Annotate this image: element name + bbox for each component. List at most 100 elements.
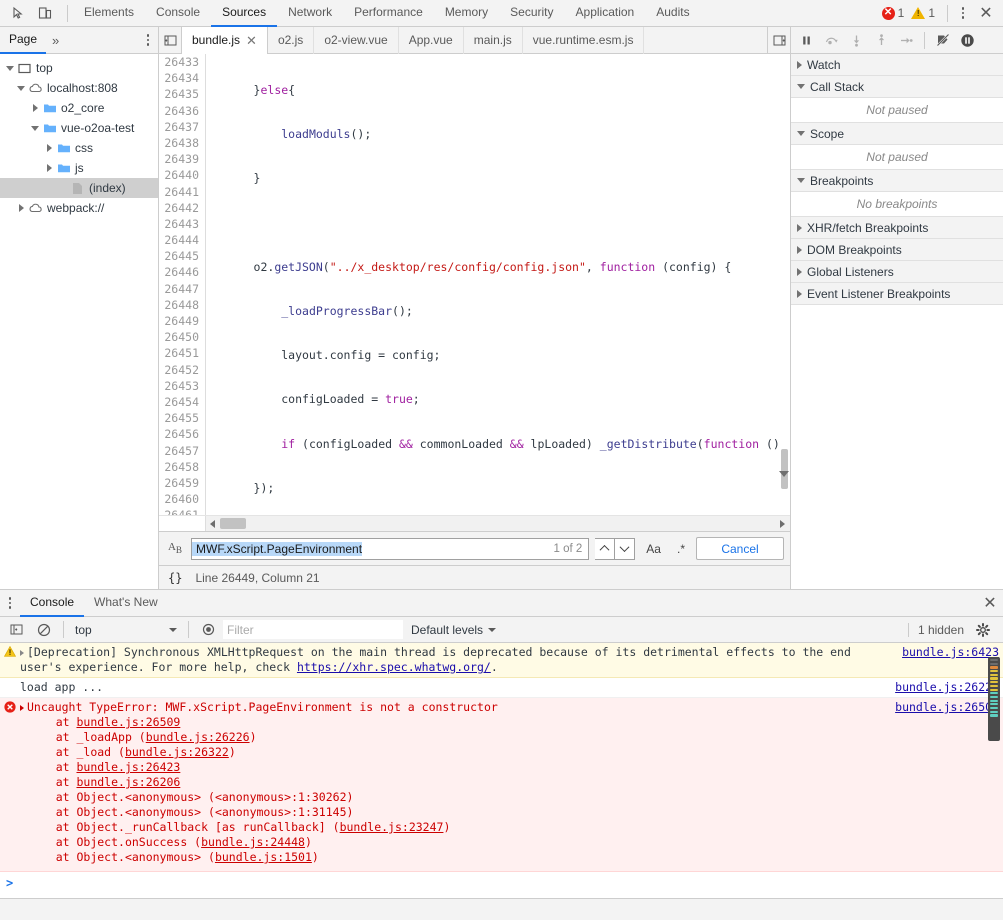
tree-node-vue-o2oa-test[interactable]: vue-o2oa-test [0, 118, 158, 138]
tab-console[interactable]: Console [145, 0, 211, 27]
main-menu-kebab-icon[interactable] [953, 2, 973, 25]
drawer-menu-kebab-icon[interactable] [0, 592, 20, 615]
debugger-section-dom-breakpoints[interactable]: DOM Breakpoints [791, 239, 1003, 261]
step-over-icon[interactable] [819, 28, 844, 52]
navigator-menu-kebab-icon[interactable] [138, 29, 158, 52]
pause-on-exceptions-icon[interactable] [955, 28, 980, 52]
drawer-tab-console[interactable]: Console [20, 590, 85, 617]
device-toolbar-icon[interactable] [32, 2, 58, 25]
console-message-log[interactable]: load app ... bundle.js:26225 [0, 678, 1003, 698]
hidden-messages-count[interactable]: 1 hidden [907, 622, 964, 637]
tree-node-o2-core[interactable]: o2_core [0, 98, 158, 118]
hscroll-track[interactable] [206, 516, 790, 532]
show-debugger-icon[interactable] [767, 26, 790, 54]
editor-vertical-scrollbar[interactable] [779, 54, 790, 515]
close-tab-icon[interactable]: ✕ [246, 34, 257, 47]
pretty-print-icon[interactable]: {} [165, 571, 185, 585]
drawer-tab-whats-new[interactable]: What's New [84, 590, 168, 617]
stack-link[interactable]: bundle.js:26322 [125, 745, 229, 759]
debugger-section-breakpoints[interactable]: Breakpoints [791, 170, 1003, 192]
debugger-section-global-listeners[interactable]: Global Listeners [791, 261, 1003, 283]
tab-sources[interactable]: Sources [211, 0, 278, 27]
console-messages[interactable]: [Deprecation] Synchronous XMLHttpRequest… [0, 643, 1003, 898]
execution-context-selector[interactable]: top [71, 620, 181, 640]
stack-link[interactable]: bundle.js:1501 [215, 850, 312, 864]
file-tab-main-js[interactable]: main.js [464, 26, 523, 54]
console-settings-gear-icon[interactable] [970, 619, 995, 641]
twisty-down-icon[interactable] [15, 85, 27, 91]
console-scrollbar-minimap[interactable] [988, 657, 1000, 741]
code-content[interactable]: }else{ loadModuls(); } o2.getJSON("../x_… [206, 54, 790, 515]
live-expression-icon[interactable] [196, 619, 221, 641]
match-case-button[interactable]: Aa [641, 542, 666, 556]
twisty-down-icon[interactable] [29, 125, 41, 131]
log-level-selector[interactable]: Default levels [405, 623, 502, 637]
more-tabs-icon[interactable]: » [46, 33, 65, 48]
scroll-left-icon[interactable] [210, 519, 215, 528]
twisty-right-icon[interactable] [43, 144, 55, 152]
tree-node-index[interactable]: (index) [0, 178, 158, 198]
scroll-right-icon[interactable] [780, 519, 785, 528]
pause-script-execution-icon[interactable] [794, 28, 819, 52]
step-out-icon[interactable] [869, 28, 894, 52]
expand-triangle-icon[interactable] [20, 704, 24, 711]
regex-button[interactable]: .* [672, 542, 690, 556]
tab-elements[interactable]: Elements [73, 0, 145, 27]
file-tab-bundle-js[interactable]: bundle.js ✕ [182, 26, 268, 54]
file-tab-o2-view-vue[interactable]: o2-view.vue [314, 26, 399, 54]
search-prev-button[interactable] [595, 537, 616, 560]
debugger-section-xhr-breakpoints[interactable]: XHR/fetch Breakpoints [791, 217, 1003, 239]
tree-node-top[interactable]: top [0, 58, 158, 78]
file-tab-app-vue[interactable]: App.vue [399, 26, 464, 54]
tab-performance[interactable]: Performance [343, 0, 434, 27]
message-source-link[interactable]: bundle.js:6423 [902, 645, 999, 660]
twisty-right-icon[interactable] [29, 104, 41, 112]
stack-link[interactable]: bundle.js:26423 [76, 760, 180, 774]
console-message-warning[interactable]: [Deprecation] Synchronous XMLHttpRequest… [0, 643, 1003, 678]
debugger-section-call-stack[interactable]: Call Stack [791, 76, 1003, 98]
step-into-icon[interactable] [844, 28, 869, 52]
tree-node-webpack[interactable]: webpack:// [0, 198, 158, 218]
tab-network[interactable]: Network [277, 0, 343, 27]
stack-link[interactable]: bundle.js:26226 [146, 730, 250, 744]
step-icon[interactable] [894, 28, 919, 52]
search-input[interactable]: MWF.xScript.PageEnvironment 1 of 2 [191, 537, 590, 560]
stack-link[interactable]: bundle.js:26509 [76, 715, 180, 729]
twisty-down-icon[interactable] [4, 65, 16, 71]
debugger-section-event-listener-breakpoints[interactable]: Event Listener Breakpoints [791, 283, 1003, 305]
tab-page[interactable]: Page [0, 27, 47, 54]
tab-audits[interactable]: Audits [645, 0, 700, 27]
tree-node-css[interactable]: css [0, 138, 158, 158]
search-next-button[interactable] [615, 537, 636, 560]
stack-link[interactable]: bundle.js:24448 [201, 835, 305, 849]
debugger-section-watch[interactable]: Watch [791, 54, 1003, 76]
stack-link[interactable]: bundle.js:26206 [76, 775, 180, 789]
warning-count-badge[interactable]: 1 [911, 6, 940, 20]
show-console-sidebar-icon[interactable] [4, 619, 29, 641]
tab-security[interactable]: Security [499, 0, 564, 27]
message-source-link[interactable]: bundle.js:26509 [895, 700, 999, 715]
hscroll-thumb[interactable] [220, 518, 246, 529]
close-drawer-icon[interactable]: ✕ [977, 592, 1003, 615]
clear-console-icon[interactable] [31, 619, 56, 641]
spec-link[interactable]: https://xhr.spec.whatwg.org/ [297, 660, 491, 674]
filter-input[interactable]: Filter [223, 620, 403, 639]
expand-triangle-icon[interactable] [20, 649, 24, 656]
console-prompt[interactable]: > [0, 872, 1003, 894]
inspect-element-icon[interactable] [6, 2, 32, 25]
editor-horizontal-scrollbar[interactable] [159, 515, 790, 532]
show-navigator-icon[interactable] [159, 26, 182, 54]
twisty-right-icon[interactable] [43, 164, 55, 172]
tree-node-localhost[interactable]: localhost:808 [0, 78, 158, 98]
message-source-link[interactable]: bundle.js:26225 [895, 680, 999, 695]
deactivate-breakpoints-icon[interactable] [930, 28, 955, 52]
file-tab-o2-js[interactable]: o2.js [268, 26, 315, 54]
tab-memory[interactable]: Memory [434, 0, 499, 27]
cancel-button[interactable]: Cancel [696, 537, 784, 560]
twisty-right-icon[interactable] [15, 204, 27, 212]
stack-link[interactable]: bundle.js:23247 [340, 820, 444, 834]
code-editor[interactable]: 26433 26434 26435 26436 26437 26438 2643… [159, 54, 790, 515]
close-icon[interactable]: ✕ [973, 2, 999, 25]
tab-application[interactable]: Application [565, 0, 646, 27]
tree-node-js[interactable]: js [0, 158, 158, 178]
